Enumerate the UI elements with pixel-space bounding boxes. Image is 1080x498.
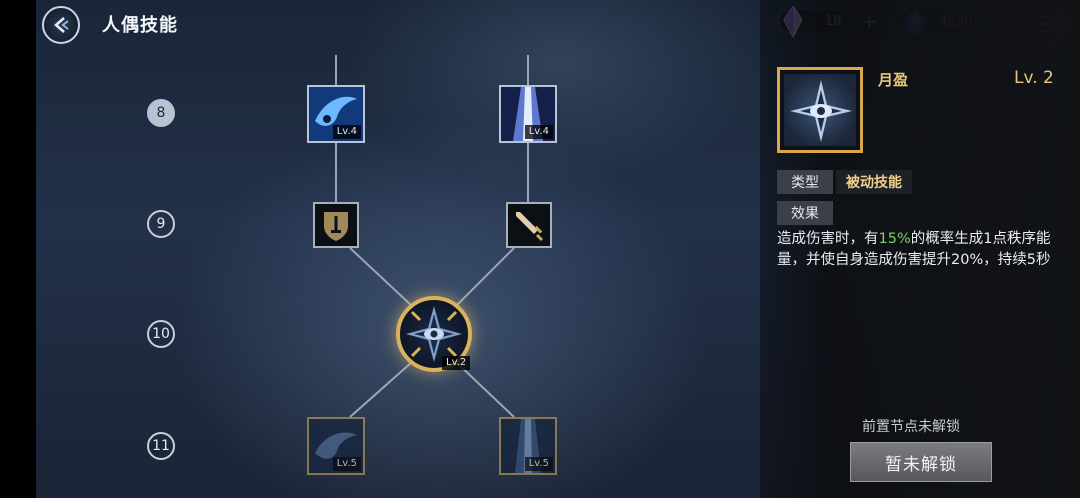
desc-text-1: 造成伤害时，有: [777, 231, 879, 247]
type-value: 被动技能: [836, 170, 912, 194]
row-label-8: 8: [147, 99, 175, 127]
back-button[interactable]: [42, 6, 80, 44]
node-level: Lv.4: [524, 125, 553, 139]
link-left-9-10: [349, 247, 413, 307]
sword-icon: [516, 212, 544, 242]
row-label-9: 9: [147, 210, 175, 238]
node-level: Lv.2: [442, 356, 471, 370]
skill-node-r11-right[interactable]: Lv.5: [499, 417, 557, 475]
skill-detail-icon-frame: [777, 67, 863, 153]
link-right-9-10: [455, 247, 515, 307]
skill-node-r9-left[interactable]: [313, 202, 359, 248]
skill-name: 月盈: [878, 71, 909, 89]
row-label-11: 11: [147, 432, 175, 460]
node-level: Lv.5: [524, 457, 553, 471]
back-arrow-icon: [54, 17, 69, 33]
node-level: Lv.4: [332, 125, 361, 139]
row-label-10: 10: [147, 320, 175, 348]
unlock-button[interactable]: 暂未解锁: [850, 442, 992, 482]
skill-node-r8-right[interactable]: Lv.4: [499, 85, 557, 143]
skill-level: Lv. 2: [1014, 68, 1054, 88]
node-level: Lv.5: [332, 457, 361, 471]
moon-eye-icon: [790, 80, 852, 142]
lock-note: 前置节点未解锁: [862, 419, 960, 435]
skill-node-r11-left[interactable]: Lv.5: [307, 417, 365, 475]
skill-node-r8-left[interactable]: Lv.4: [307, 85, 365, 143]
desc-highlight: 15%: [878, 231, 911, 247]
page-title: 人偶技能: [102, 15, 178, 36]
link-right-10-11: [455, 361, 515, 418]
skill-node-r9-right[interactable]: [506, 202, 552, 248]
shield-dagger-icon: [324, 212, 348, 241]
link-left-10-11: [349, 361, 413, 418]
type-label: 类型: [777, 170, 833, 194]
effect-label: 效果: [777, 201, 833, 225]
skill-description: 造成伤害时，有15%的概率生成1点秩序能量，并使自身造成伤害提升20%，持续5秒: [777, 229, 1073, 271]
